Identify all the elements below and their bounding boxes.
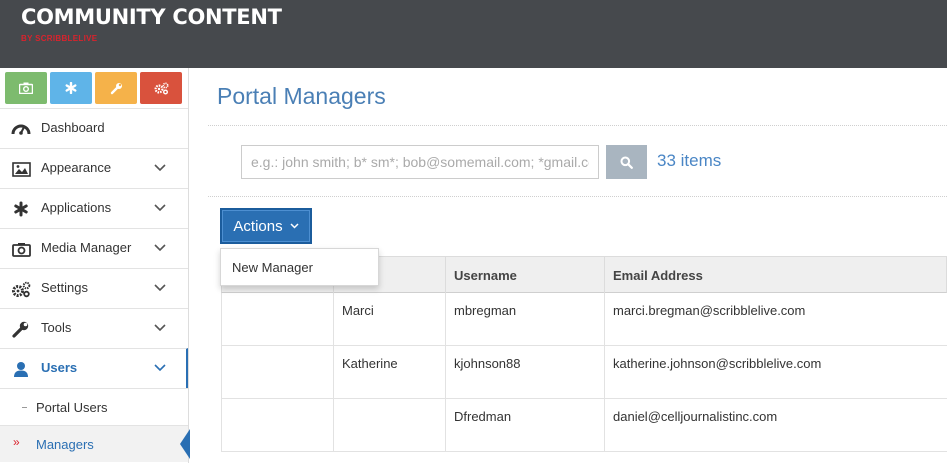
search-input[interactable] [241,145,599,179]
brand-title: COMMUNITY CONTENT [21,5,282,29]
items-count: 33 items [657,151,722,170]
chevron-down-icon [154,324,166,332]
sidebar-item-settings[interactable]: Settings [0,268,188,308]
table-cell-name [333,399,445,451]
search-button[interactable] [606,145,647,179]
table-row[interactable]: Katherine kjohnson88 katherine.johnson@s… [221,346,947,399]
table-cell-username: kjohnson88 [445,346,604,398]
sidebar-item-label: Tools [41,320,72,335]
quick-tools-button[interactable] [95,72,137,104]
actions-dropdown-menu: New Manager [220,248,379,286]
sidebar-item-label: Applications [41,200,112,215]
chevron-down-icon [154,364,166,372]
wrench-icon [11,320,31,338]
sidebar-subitem-portal-users[interactable]: Portal Users [0,388,188,425]
table-cell-email: daniel@celljournalistinc.com [604,399,947,451]
table-row[interactable]: Dfredman daniel@celljournalistinc.com [221,399,947,452]
sidebar-subitem-label: Portal Users [36,400,108,415]
table-cell [222,399,333,451]
camera-icon [19,82,33,94]
quick-camera-button[interactable] [5,72,47,104]
sidebar-item-tools[interactable]: Tools [0,308,188,348]
chevron-down-icon [154,284,166,292]
table-cell-username: Dfredman [445,399,604,451]
image-icon [11,160,31,178]
sidebar-item-label: Dashboard [41,120,105,135]
brand-subtitle: BY SCRIBBLELIVE [21,34,98,43]
table-cell-email: marci.bregman@scribblelive.com [604,293,947,345]
sidebar-item-label: Settings [41,280,88,295]
column-header-email[interactable]: Email Address [604,257,947,293]
sidebar-item-applications[interactable]: Applications [0,188,188,228]
sidebar-subitem-managers[interactable]: » Managers [0,425,190,462]
table-row[interactable]: Marci mbregman marci.bregman@scribbleliv… [221,293,947,346]
gears-icon [153,81,169,94]
active-indicator [180,429,190,459]
quick-settings-button[interactable] [140,72,182,104]
sidebar-item-label: Appearance [41,160,112,175]
camera-icon [11,240,31,258]
menu-item-new-manager[interactable]: New Manager [232,260,313,275]
actions-button-label: Actions [233,217,283,235]
tree-connector [22,407,27,408]
asterisk-icon [11,200,31,218]
divider [208,125,947,126]
top-header: COMMUNITY CONTENT BY SCRIBBLELIVE [0,0,947,68]
main-content: Portal Managers 33 items Name Username E… [190,68,947,463]
sidebar: Dashboard Appearance Applications Media … [0,68,190,463]
sidebar-nav: Dashboard Appearance Applications Media … [0,108,190,462]
quick-applications-button[interactable] [50,72,92,104]
table-cell-email: katherine.johnson@scribblelive.com [604,346,947,398]
sidebar-item-users[interactable]: Users [0,348,188,388]
table-cell [222,293,333,345]
column-header-username[interactable]: Username [445,257,604,293]
sidebar-subitem-label: Managers [36,437,94,452]
user-icon [11,360,31,378]
dashboard-icon [11,120,31,138]
table-cell [222,346,333,398]
chevron-down-icon [290,223,299,229]
sidebar-item-label: Media Manager [41,240,132,255]
sidebar-item-appearance[interactable]: Appearance [0,148,188,188]
divider [208,196,947,197]
chevron-down-icon [154,204,166,212]
table-cell-username: mbregman [445,293,604,345]
page-title: Portal Managers [217,83,386,109]
sidebar-item-media-manager[interactable]: Media Manager [0,228,188,268]
wrench-icon [110,82,122,94]
chevron-down-icon [154,164,166,172]
table-cell-name: Katherine [333,346,445,398]
chevron-down-icon [154,244,166,252]
double-chevron-right-icon: » [13,435,20,449]
table-cell-name: Marci [333,293,445,345]
search-icon [620,156,633,169]
sidebar-item-label: Users [41,360,78,375]
sidebar-item-dashboard[interactable]: Dashboard [0,108,188,148]
gears-icon [11,280,31,298]
asterisk-icon [65,82,77,94]
actions-button[interactable]: Actions [220,208,312,244]
quick-buttons [5,72,183,104]
